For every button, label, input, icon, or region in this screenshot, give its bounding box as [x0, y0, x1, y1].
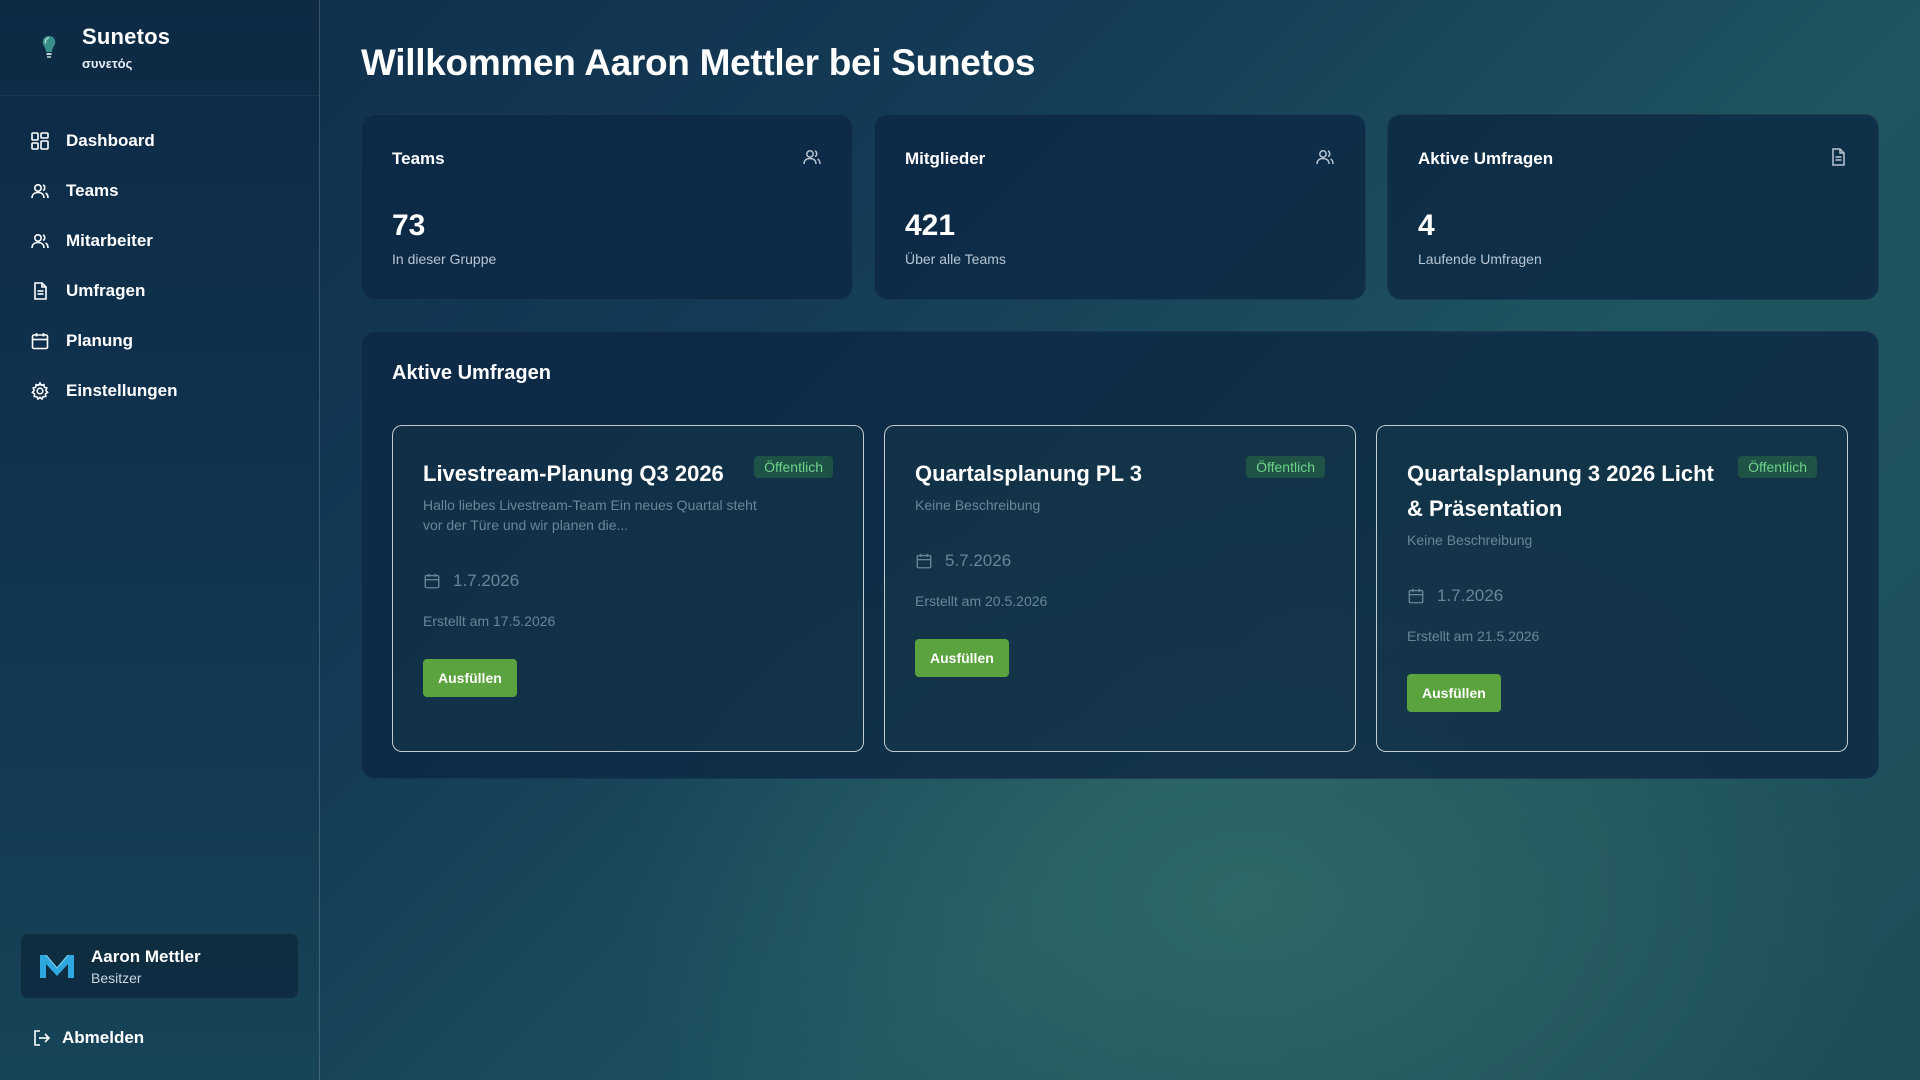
nav-label-teams: Teams [66, 181, 119, 200]
user-profile-card[interactable]: Aaron Mettler Besitzer [20, 933, 299, 999]
nav-label-umfragen: Umfragen [66, 281, 146, 300]
survey-title: Quartalsplanung PL 3 [915, 461, 1142, 486]
stat-value: 421 [905, 209, 956, 242]
nav-item-umfragen[interactable]: Umfragen [0, 266, 319, 316]
stat-title: Mitglieder [905, 149, 986, 168]
user-role: Besitzer [91, 969, 142, 986]
stat-subtitle: In dieser Gruppe [392, 251, 497, 267]
survey-date-text: 1.7.2026 [1437, 586, 1504, 605]
stat-subtitle: Über alle Teams [905, 251, 1006, 267]
document-icon [1832, 148, 1845, 166]
nav-label-dashboard: Dashboard [66, 131, 155, 150]
nav-item-einstellungen[interactable]: Einstellungen [0, 366, 319, 416]
stat-title: Teams [392, 149, 445, 168]
brand-name: Sunetos [82, 24, 171, 49]
survey-grid: Öffentlich Livestream-Planung Q3 2026 Ha… [392, 425, 1848, 752]
active-surveys-panel: Aktive Umfragen Öffentlich Livestream-Pl… [361, 331, 1879, 779]
survey-due-date: 1.7.2026 [1407, 586, 1817, 606]
gear-icon [31, 381, 49, 401]
main-content: Willkommen Aaron Mettler bei Sunetos Tea… [361, 0, 1881, 779]
users-icon [803, 150, 821, 165]
brand-subtitle: συνετός [82, 56, 133, 71]
survey-due-date: 1.7.2026 [423, 571, 833, 591]
user-name: Aaron Mettler [91, 946, 201, 966]
stat-card-teams: Teams 73 In dieser Gruppe [361, 114, 853, 300]
document-icon [34, 282, 47, 300]
survey-card[interactable]: Öffentlich Quartalsplanung 3 2026 Licht … [1376, 425, 1848, 752]
visibility-badge: Öffentlich [1738, 456, 1817, 478]
survey-description: Keine Beschreibung [1407, 532, 1533, 548]
avatar [40, 954, 74, 978]
survey-card[interactable]: Öffentlich Quartalsplanung PL 3 Keine Be… [884, 425, 1356, 752]
nav-label-planung: Planung [66, 331, 134, 350]
main-nav: Dashboard Teams Mitarbeiter Umfragen Pla… [0, 96, 319, 416]
survey-date-text: 1.7.2026 [453, 571, 520, 590]
nav-item-teams[interactable]: Teams [0, 166, 319, 216]
stat-value: 4 [1418, 209, 1435, 242]
users-icon [31, 183, 49, 199]
survey-created: Erstellt am 20.5.2026 [915, 593, 1048, 609]
calendar-icon [1408, 588, 1424, 604]
stat-title: Aktive Umfragen [1418, 149, 1554, 168]
calendar-icon [424, 573, 440, 589]
nav-label-mitarbeiter: Mitarbeiter [66, 231, 153, 250]
fill-survey-button[interactable]: Ausfüllen [915, 639, 1009, 677]
lightbulb-logo-icon [42, 35, 56, 58]
calendar-icon [31, 333, 49, 350]
nav-item-mitarbeiter[interactable]: Mitarbeiter [0, 216, 319, 266]
stat-card-aktive-umfragen: Aktive Umfragen 4 Laufende Umfragen [1387, 114, 1879, 300]
users-icon [1316, 150, 1334, 165]
page-title: Willkommen Aaron Mettler bei Sunetos [361, 42, 1036, 83]
survey-date-text: 5.7.2026 [945, 551, 1012, 570]
survey-title: Quartalsplanung 3 2026 Licht & Präsentat… [1407, 461, 1714, 521]
logout-button[interactable]: Abmelden [32, 1028, 144, 1048]
nav-item-dashboard[interactable]: Dashboard [0, 116, 319, 166]
visibility-badge: Öffentlich [754, 456, 833, 478]
survey-created: Erstellt am 17.5.2026 [423, 613, 556, 629]
nav-item-planung[interactable]: Planung [0, 316, 319, 366]
stats-row: Teams 73 In dieser Gruppe Mitglieder 421… [361, 114, 1881, 300]
stat-value: 73 [392, 209, 426, 242]
survey-description: Keine Beschreibung [915, 497, 1041, 513]
calendar-icon [916, 553, 932, 569]
visibility-badge: Öffentlich [1246, 456, 1325, 478]
stat-subtitle: Laufende Umfragen [1418, 251, 1542, 267]
fill-survey-button[interactable]: Ausfüllen [423, 659, 517, 697]
survey-created: Erstellt am 21.5.2026 [1407, 628, 1540, 644]
survey-title: Livestream-Planung Q3 2026 [423, 461, 724, 486]
sidebar: Sunetos συνετός Dashboard Teams Mitarbei… [0, 0, 320, 1080]
survey-due-date: 5.7.2026 [915, 551, 1325, 571]
users-icon [31, 233, 49, 249]
stat-card-mitglieder: Mitglieder 421 Über alle Teams [874, 114, 1366, 300]
logout-label: Abmelden [62, 1028, 145, 1047]
logout-icon [34, 1030, 51, 1046]
panel-title: Aktive Umfragen [392, 362, 551, 384]
survey-card[interactable]: Öffentlich Livestream-Planung Q3 2026 Ha… [392, 425, 864, 752]
nav-label-einstellungen: Einstellungen [66, 381, 178, 400]
fill-survey-button[interactable]: Ausfüllen [1407, 674, 1501, 712]
survey-description: Hallo liebes Livestream-Team Ein neues Q… [423, 497, 757, 533]
brand[interactable]: Sunetos συνετός [0, 0, 319, 96]
dashboard-grid-icon [31, 132, 49, 150]
